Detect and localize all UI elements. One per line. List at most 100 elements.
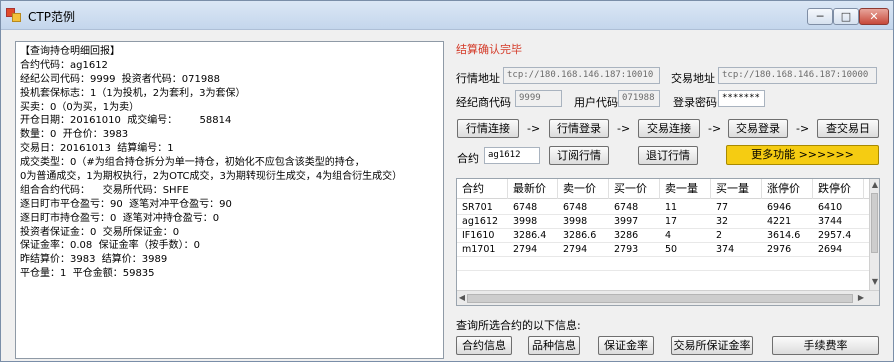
log-line: 保证金率：0.08 保证金率（按手数）：0 (20, 240, 200, 252)
password-label: 登录密码 (673, 96, 717, 109)
md-address-field[interactable]: tcp://180.168.146.187:10010 (503, 67, 660, 84)
column-header[interactable]: 买一量 (711, 179, 762, 199)
status-text: 结算确认完毕 (456, 43, 522, 56)
table-cell: 3997 (614, 216, 639, 227)
table-cell: 17 (665, 216, 678, 227)
commission-rate-button[interactable]: 手续费率 (772, 336, 879, 355)
exchange-margin-rate-button[interactable]: 交易所保证金率 (671, 336, 753, 355)
user-id-field[interactable]: 071988 (618, 90, 660, 107)
table-cell: 2957.4 (818, 230, 852, 241)
table-cell: 4 (665, 230, 672, 241)
flow-arrow: -> (617, 122, 631, 135)
query-info-label: 查询所选合约的以下信息: (456, 319, 581, 332)
column-header[interactable]: 跌停价 (813, 179, 864, 199)
table-cell: m1701 (462, 244, 496, 255)
scroll-left-icon[interactable]: ◀ (458, 293, 466, 302)
column-header[interactable]: 涨停价 (762, 179, 813, 199)
table-cell: 3286 (614, 230, 639, 241)
grid-line (457, 242, 879, 243)
maximize-button[interactable]: □ (833, 8, 859, 25)
table-cell: 32 (716, 216, 729, 227)
td-address-label: 交易地址 (671, 72, 715, 85)
log-line: 数量：0 开仓价：3983 (20, 129, 129, 141)
flow-arrow: -> (527, 122, 541, 135)
table-cell: 11 (665, 202, 678, 213)
log-line: 投资者保证金：0 交易所保证金：0 (20, 226, 180, 238)
log-line: 0为普通成交，1为期权执行，2为OTC成交，3为期转现衍生成交，4为组合衍生成交… (20, 171, 403, 183)
scroll-up-icon[interactable]: ▲ (871, 180, 879, 189)
column-header[interactable]: 卖一量 (660, 179, 711, 199)
log-line: 平仓量：1 平仓金额：59835 (20, 268, 155, 280)
log-line: 【查询持仓明细回报】 (20, 46, 120, 57)
table-cell: 374 (716, 244, 735, 255)
td-login-button[interactable]: 交易登录 (728, 119, 788, 138)
log-line: 成交类型：0（#为组合持仓拆分为单一持仓，初始化不应包含该类型的持仓， (20, 157, 365, 169)
table-cell: 3998 (563, 216, 588, 227)
scroll-thumb-horizontal[interactable] (467, 294, 853, 303)
table-row[interactable]: IF16103286.43286.63286423614.62957.432 (457, 229, 879, 243)
column-header[interactable]: 买一价 (609, 179, 660, 199)
td-connect-button[interactable]: 交易连接 (638, 119, 700, 138)
table-cell: 50 (665, 244, 678, 255)
grid-line (457, 256, 879, 257)
flow-arrow: -> (708, 122, 722, 135)
scroll-right-icon[interactable]: ▶ (857, 293, 865, 302)
broker-id-label: 经纪商代码 (456, 96, 511, 109)
log-line: 投机套保标志：1（1为投机，2为套利，3为套保） (20, 87, 246, 99)
grid-horizontal-scrollbar[interactable]: ◀ ▶ (457, 290, 879, 305)
instrument-input[interactable]: ag1612 (484, 147, 540, 164)
column-header[interactable]: 卖一价 (558, 179, 609, 199)
table-cell: 2 (716, 230, 723, 241)
table-cell: ag1612 (462, 216, 499, 227)
app-icon (6, 8, 22, 22)
table-row[interactable]: SR70167486748674811776946641066 (457, 201, 879, 215)
scroll-thumb-vertical[interactable] (871, 193, 878, 253)
unsubscribe-button[interactable]: 退订行情 (638, 146, 698, 165)
grid-vertical-scrollbar[interactable]: ▲ ▼ (869, 179, 879, 290)
grid-line (457, 228, 879, 229)
log-line: 组合合约代码： 交易所代码：SHFE (20, 184, 189, 196)
log-line: 开仓日期：20161010 成交编号： 58814 (20, 115, 232, 127)
subscribe-button[interactable]: 订阅行情 (549, 146, 609, 165)
table-cell: IF1610 (462, 230, 495, 241)
log-line: 经纪公司代码：9999 投资者代码：071988 (20, 73, 220, 85)
table-cell: 77 (716, 202, 729, 213)
log-output-box[interactable]: 【查询持仓明细回报】 合约代码：ag1612 经纪公司代码：9999 投资者代码：0… (15, 41, 444, 359)
minimize-button[interactable]: ─ (807, 8, 833, 25)
column-header[interactable]: 合约 (457, 179, 508, 199)
more-functions-button[interactable]: 更多功能 >>>>>> (726, 145, 879, 165)
margin-rate-button[interactable]: 保证金率 (598, 336, 654, 355)
close-button[interactable]: ✕ (859, 8, 889, 25)
window-title: CTP范例 (28, 10, 75, 24)
table-cell: 6410 (818, 202, 843, 213)
instrument-info-button[interactable]: 合约信息 (456, 336, 512, 355)
flow-arrow: -> (796, 122, 810, 135)
table-cell: 4221 (767, 216, 792, 227)
instrument-label: 合约 (457, 152, 479, 165)
td-address-field[interactable]: tcp://180.168.146.187:10000 (718, 67, 877, 84)
password-field[interactable]: ******* (718, 90, 765, 107)
table-row[interactable]: m1701279427942793503742976269428 (457, 243, 879, 257)
table-cell: 6946 (767, 202, 792, 213)
md-address-label: 行情地址 (456, 72, 500, 85)
table-row[interactable]: ag161239983998399717324221374439 (457, 215, 879, 229)
title-bar: CTP范例 ─ □ ✕ (1, 1, 893, 30)
table-cell: 2794 (563, 244, 588, 255)
product-info-button[interactable]: 品种信息 (528, 336, 580, 355)
table-cell: 2793 (614, 244, 639, 255)
table-cell: SR701 (462, 202, 493, 213)
market-data-grid[interactable]: 合约最新价卖一价买一价卖一量买一量涨停价跌停价今 SR701 6748 6748 67… (456, 178, 880, 306)
table-cell: 2694 (818, 244, 843, 255)
table-cell: 2976 (767, 244, 792, 255)
log-line: 逐日盯市持仓盈亏：0 逐笔对冲持仓盈亏：0 (20, 212, 220, 224)
md-login-button[interactable]: 行情登录 (549, 119, 609, 138)
scroll-down-icon[interactable]: ▼ (871, 277, 879, 286)
column-header[interactable]: 最新价 (508, 179, 558, 199)
table-cell: 2794 (513, 244, 538, 255)
grid-line (457, 214, 879, 215)
query-trading-day-button[interactable]: 查交易日 (817, 119, 879, 138)
grid-line (457, 270, 879, 271)
broker-id-field[interactable]: 9999 (515, 90, 562, 107)
table-cell: 6748 (614, 202, 639, 213)
md-connect-button[interactable]: 行情连接 (457, 119, 519, 138)
